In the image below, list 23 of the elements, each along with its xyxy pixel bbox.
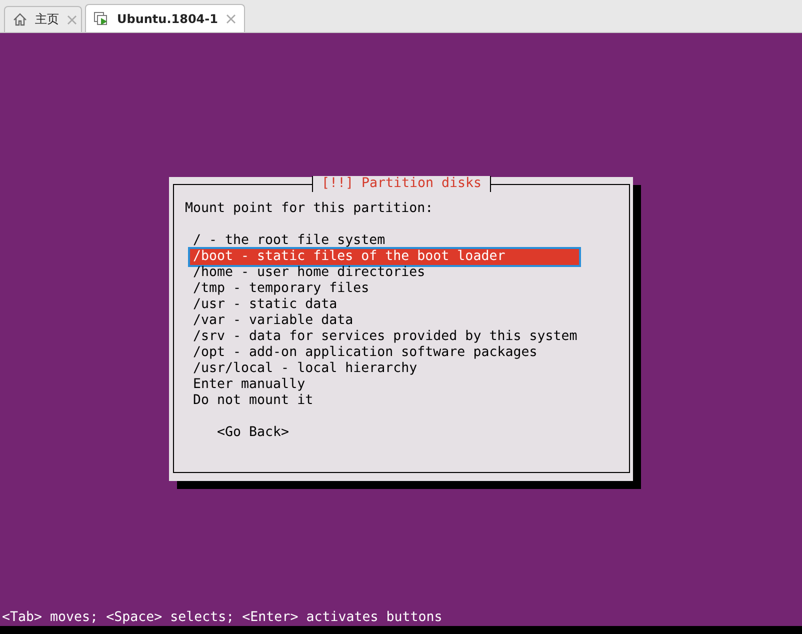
tab[interactable]: 主页	[4, 6, 82, 32]
status-text: <Tab> moves; <Space> selects; <Enter> activates buttons	[1, 610, 444, 626]
prompt-text: Mount point for this partition:	[185, 201, 434, 217]
go-back-button[interactable]: <Go Back>	[217, 425, 290, 440]
mount-option[interactable]: /home - user home directories	[192, 265, 426, 281]
dialog-title: [!!] Partition disks	[312, 176, 491, 192]
close-icon[interactable]	[226, 14, 236, 24]
mount-option[interactable]: Enter manually	[192, 377, 306, 393]
mount-option[interactable]: /srv - data for services provided by this system	[192, 329, 578, 345]
mount-option[interactable]: /var - variable data	[192, 313, 354, 329]
tab[interactable]: Ubuntu.1804-1	[85, 4, 245, 32]
virtual-machine-icon	[94, 12, 109, 26]
mount-option[interactable]: / - the root file system	[192, 233, 386, 249]
tab-label: Ubuntu.1804-1	[117, 12, 218, 26]
mount-option[interactable]: /usr/local - local hierarchy	[192, 361, 418, 377]
mount-option[interactable]: /usr - static data	[192, 297, 338, 313]
tab-label: 主页	[35, 11, 59, 28]
mount-option[interactable]: /opt - add-on application software packages	[192, 345, 538, 361]
mount-option[interactable]: Do not mount it	[192, 393, 314, 409]
home-icon	[13, 13, 27, 26]
mount-option[interactable]: /boot - static files of the boot loader	[190, 249, 579, 265]
mount-option[interactable]: /tmp - temporary files	[192, 281, 370, 297]
close-icon[interactable]	[67, 14, 77, 24]
